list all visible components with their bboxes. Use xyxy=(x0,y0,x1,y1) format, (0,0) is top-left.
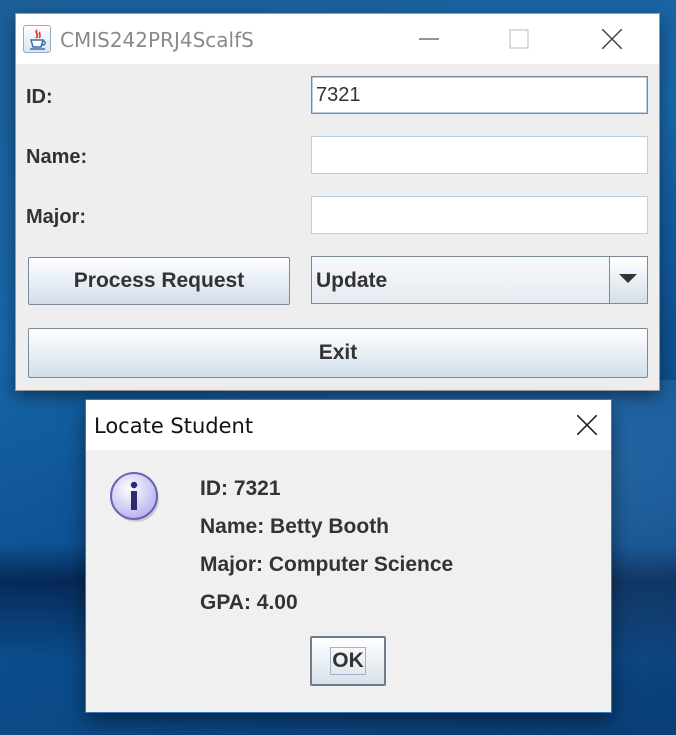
request-type-combo[interactable]: Update xyxy=(311,256,648,304)
process-request-button[interactable]: Process Request xyxy=(28,257,290,305)
request-type-value: Update xyxy=(316,269,388,292)
main-window: CMIS242PRJ4ScalfS ID: Name: Major: Proce… xyxy=(16,14,659,390)
dialog-name-line: Name: Betty Booth xyxy=(200,515,390,538)
exit-button[interactable]: Exit xyxy=(28,328,648,378)
info-icon xyxy=(110,472,159,522)
major-label: Major: xyxy=(26,206,86,228)
java-cup-icon xyxy=(23,25,51,53)
ok-button[interactable]: OK xyxy=(310,636,386,686)
ok-label: OK xyxy=(330,647,366,675)
name-label: Name: xyxy=(26,146,88,168)
dialog-major-line: Major: Computer Science xyxy=(200,553,454,576)
close-icon xyxy=(577,415,597,435)
chevron-down-icon xyxy=(619,274,637,283)
dialog-close-button[interactable] xyxy=(561,400,611,450)
main-titlebar[interactable]: CMIS242PRJ4ScalfS xyxy=(16,14,659,64)
dialog-title: Locate Student xyxy=(94,414,254,438)
major-field[interactable] xyxy=(311,196,648,234)
close-icon xyxy=(602,29,622,49)
combo-dropdown-button[interactable] xyxy=(609,257,647,303)
dialog-gpa-line: GPA: 4.00 xyxy=(200,591,298,614)
close-button[interactable] xyxy=(589,14,635,64)
locate-student-dialog: Locate Student ID: 7321 Name: Betty Boot… xyxy=(86,400,611,712)
id-field[interactable] xyxy=(311,76,648,114)
dialog-titlebar[interactable]: Locate Student xyxy=(86,400,611,450)
process-request-label: Process Request xyxy=(73,269,245,292)
maximize-icon xyxy=(509,29,529,49)
maximize-button[interactable] xyxy=(496,14,542,64)
window-title: CMIS242PRJ4ScalfS xyxy=(60,28,254,52)
minimize-icon xyxy=(419,38,439,40)
name-field[interactable] xyxy=(311,136,648,174)
exit-label: Exit xyxy=(318,341,358,364)
id-label: ID: xyxy=(26,86,53,108)
dialog-id-line: ID: 7321 xyxy=(200,477,281,500)
minimize-button[interactable] xyxy=(406,14,452,64)
